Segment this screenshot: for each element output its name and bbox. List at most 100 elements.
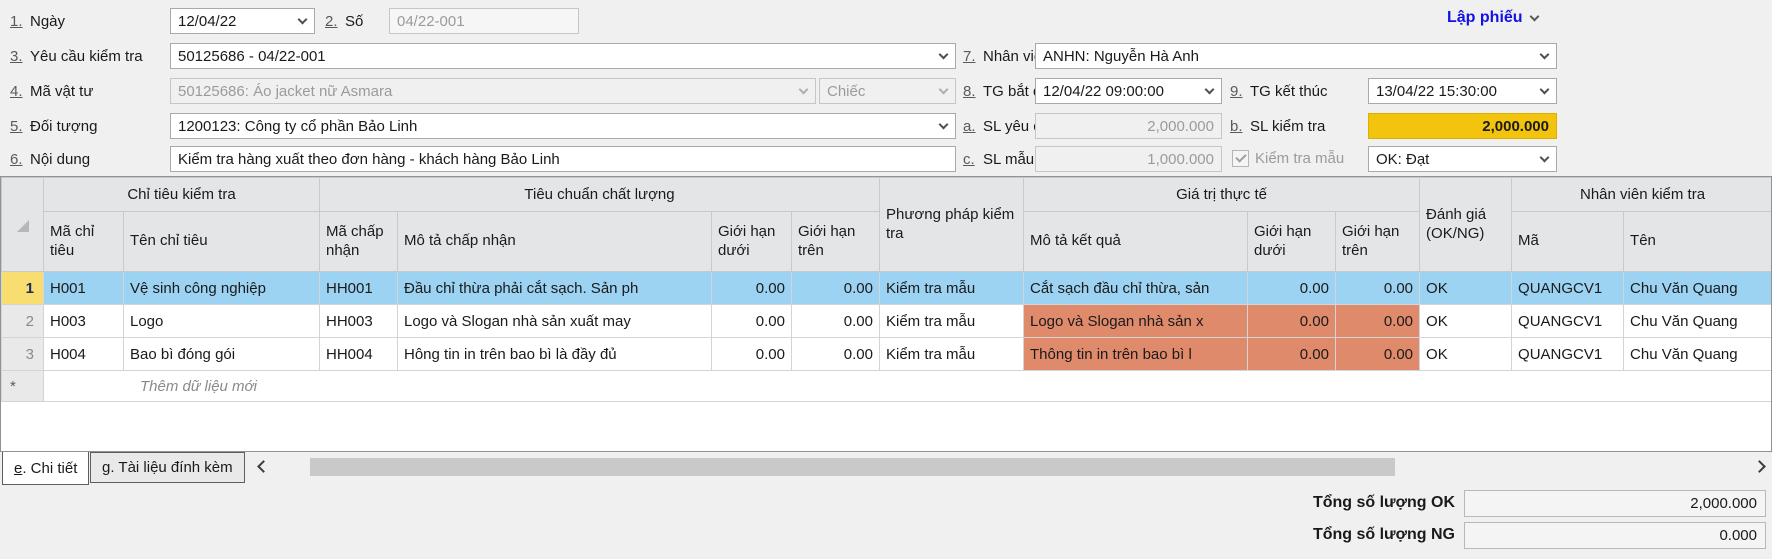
ngay-label: 1. Ngày — [10, 12, 66, 30]
new-row: * Thêm dữ liệu mới — [1, 370, 1771, 402]
cell-gioi-han-tren-2[interactable]: 0.00 — [1334, 271, 1421, 305]
table-row: 3 H004 Bao bì đóng gói HH004 Hông tin in… — [1, 337, 1771, 371]
row-header[interactable]: 3 — [1, 337, 44, 371]
cell-ma-chap-nhan[interactable]: HH003 — [319, 304, 398, 338]
tong-so-luong-ng-value: 0.000 — [1464, 522, 1766, 549]
col-header-gioi-han-tren[interactable]: Giới hạn trên — [791, 211, 880, 272]
cell-danh-gia[interactable]: OK — [1419, 337, 1513, 371]
cell-ma-chap-nhan[interactable]: HH001 — [319, 271, 398, 305]
cell-gioi-han-tren[interactable]: 0.00 — [791, 304, 880, 338]
tong-so-luong-ok-value: 2,000.000 — [1464, 490, 1766, 517]
cell-ma-nv[interactable]: QUANGCV1 — [1511, 337, 1625, 371]
table-row: 2 H003 Logo HH003 Logo và Slogan nhà sản… — [1, 304, 1771, 338]
group-header-nhan-vien-kiem-tra[interactable]: Nhân viên kiểm tra — [1511, 177, 1771, 212]
doi-tuong-input[interactable]: 1200123: Công ty cổ phần Bảo Linh — [170, 113, 956, 139]
cell-ten-chi-tieu[interactable]: Logo — [123, 304, 320, 338]
cell-ma-nv[interactable]: QUANGCV1 — [1511, 271, 1625, 305]
cell-ma-chi-tieu[interactable]: H004 — [43, 337, 124, 371]
scroll-left-icon[interactable] — [257, 460, 270, 473]
cell-ma-chi-tieu[interactable]: H003 — [43, 304, 124, 338]
col-header-gioi-han-duoi-2[interactable]: Giới hạn dưới — [1247, 211, 1336, 272]
cell-danh-gia[interactable]: OK — [1419, 304, 1513, 338]
col-header-ma-nhan-vien[interactable]: Mã — [1511, 211, 1625, 272]
scrollbar-thumb[interactable] — [310, 458, 1395, 476]
new-row-hint[interactable]: Thêm dữ liệu mới — [42, 370, 1771, 402]
cell-ten-chi-tieu[interactable]: Bao bì đóng gói — [123, 337, 320, 371]
chevron-down-icon[interactable] — [938, 49, 949, 59]
col-header-mo-ta-chap-nhan[interactable]: Mô tả chấp nhận — [397, 211, 712, 272]
cell-ma-chap-nhan[interactable]: HH004 — [319, 337, 398, 371]
don-vi-tinh-input: Chiếc — [819, 78, 956, 104]
col-header-ten-chi-tieu[interactable]: Tên chỉ tiêu — [123, 211, 320, 272]
col-header-danh-gia[interactable]: Đánh giá (OK/NG) — [1419, 177, 1513, 272]
chevron-down-icon[interactable] — [1539, 152, 1550, 162]
col-header-gioi-han-duoi[interactable]: Giới hạn dưới — [711, 211, 792, 272]
cell-mo-ta-chap-nhan[interactable]: Hông tin in trên bao bì là đầy đủ — [397, 337, 712, 371]
tab-tai-lieu-dinh-kem[interactable]: g. Tài liệu đính kèm — [90, 452, 245, 483]
cell-phuong-phap[interactable]: Kiểm tra mẫu — [879, 304, 1024, 338]
col-header-ma-chi-tieu[interactable]: Mã chỉ tiêu — [43, 211, 124, 272]
col-header-gioi-han-tren-2[interactable]: Giới hạn trên — [1334, 211, 1421, 272]
cell-ten-nv[interactable]: Chu Văn Quang — [1623, 304, 1771, 338]
chevron-down-icon[interactable] — [938, 119, 949, 129]
cell-ma-nv[interactable]: QUANGCV1 — [1511, 304, 1625, 338]
inspection-grid: Chỉ tiêu kiểm tra Tiêu chuẩn chất lượng … — [0, 176, 1772, 452]
cell-gioi-han-tren-2[interactable]: 0.00 — [1334, 337, 1421, 371]
col-header-ma-chap-nhan[interactable]: Mã chấp nhận — [319, 211, 398, 272]
tg-ket-thuc-input[interactable]: 13/04/22 15:30:00 — [1368, 78, 1557, 104]
so-label: 2. Số — [325, 12, 364, 30]
chevron-down-icon[interactable] — [1539, 49, 1550, 59]
cell-mo-ta-ket-qua[interactable]: Cắt sạch đầu chỉ thừa, sản — [1023, 271, 1248, 305]
cell-ten-chi-tieu[interactable]: Vệ sinh công nghiệp — [123, 271, 320, 305]
row-header[interactable]: 2 — [1, 304, 44, 338]
col-header-phuong-phap-kiem-tra[interactable]: Phương pháp kiểm tra — [879, 177, 1024, 272]
table-row: 1 H001 Vệ sinh công nghiệp HH001 Đầu chỉ… — [1, 271, 1771, 305]
cell-gioi-han-tren[interactable]: 0.00 — [791, 337, 880, 371]
cell-gioi-han-duoi-2[interactable]: 0.00 — [1247, 271, 1336, 305]
cell-gioi-han-duoi-2[interactable]: 0.00 — [1247, 337, 1336, 371]
col-header-mo-ta-ket-qua[interactable]: Mô tả kết quả — [1023, 211, 1248, 272]
yeu-cau-kiem-tra-input[interactable]: 50125686 - 04/22-001 — [170, 43, 956, 69]
cell-mo-ta-chap-nhan[interactable]: Logo và Slogan nhà sản xuất may — [397, 304, 712, 338]
cell-gioi-han-duoi[interactable]: 0.00 — [711, 271, 792, 305]
chevron-down-icon[interactable] — [1529, 11, 1540, 21]
tab-chi-tiet[interactable]: e. Chi tiết — [2, 452, 90, 485]
tg-ket-thuc-label: 9. TG kết thúc — [1230, 82, 1328, 100]
nhan-vien-input[interactable]: ANHN: Nguyễn Hà Anh — [1035, 43, 1557, 69]
cell-ten-nv[interactable]: Chu Văn Quang — [1623, 337, 1771, 371]
chevron-down-icon[interactable] — [1204, 84, 1215, 94]
cell-gioi-han-tren[interactable]: 0.00 — [791, 271, 880, 305]
cell-mo-ta-ket-qua[interactable]: Thông tin in trên bao bì l — [1023, 337, 1248, 371]
sl-kiem-tra-input[interactable]: 2,000.000 — [1368, 113, 1557, 139]
row-header[interactable]: 1 — [1, 271, 44, 305]
cell-gioi-han-tren-2[interactable]: 0.00 — [1334, 304, 1421, 338]
cell-mo-ta-chap-nhan[interactable]: Đầu chỉ thừa phải cắt sạch. Sản ph — [397, 271, 712, 305]
group-header-gia-tri-thuc-te[interactable]: Giá trị thực tế — [1022, 177, 1421, 212]
cell-ma-chi-tieu[interactable]: H001 — [43, 271, 124, 305]
ket-qua-mau-input[interactable]: OK: Đạt — [1368, 146, 1557, 172]
cell-gioi-han-duoi-2[interactable]: 0.00 — [1247, 304, 1336, 338]
new-row-header[interactable]: * — [1, 370, 44, 402]
group-header-chi-tieu-kiem-tra[interactable]: Chỉ tiêu kiểm tra — [43, 177, 320, 212]
cell-gioi-han-duoi[interactable]: 0.00 — [711, 304, 792, 338]
select-all-corner[interactable] — [1, 177, 44, 272]
tong-so-luong-ng-label: Tổng số lượng NG — [1312, 526, 1455, 543]
doi-tuong-label: 5. Đối tượng — [10, 117, 98, 135]
noi-dung-input[interactable]: Kiểm tra hàng xuất theo đơn hàng - khách… — [170, 146, 956, 172]
cell-mo-ta-ket-qua[interactable]: Logo và Slogan nhà sản x — [1023, 304, 1248, 338]
cell-gioi-han-duoi[interactable]: 0.00 — [711, 337, 792, 371]
group-header-tieu-chuan-chat-luong[interactable]: Tiêu chuẩn chất lượng — [319, 177, 880, 212]
chevron-down-icon[interactable] — [297, 14, 308, 24]
scroll-right-icon[interactable] — [1753, 460, 1766, 473]
cell-phuong-phap[interactable]: Kiểm tra mẫu — [879, 337, 1024, 371]
tg-bat-dau-input[interactable]: 12/04/22 09:00:00 — [1035, 78, 1222, 104]
cell-ten-nv[interactable]: Chu Văn Quang — [1623, 271, 1771, 305]
col-header-ten-nhan-vien[interactable]: Tên — [1623, 211, 1771, 272]
select-all-icon[interactable] — [16, 219, 29, 232]
cell-phuong-phap[interactable]: Kiểm tra mẫu — [879, 271, 1024, 305]
horizontal-scrollbar[interactable] — [253, 457, 1770, 477]
ngay-input[interactable]: 12/04/22 — [170, 8, 315, 34]
lap-phieu-button[interactable]: Lập phiếu — [1447, 9, 1540, 27]
cell-danh-gia[interactable]: OK — [1419, 271, 1513, 305]
chevron-down-icon[interactable] — [1539, 84, 1550, 94]
